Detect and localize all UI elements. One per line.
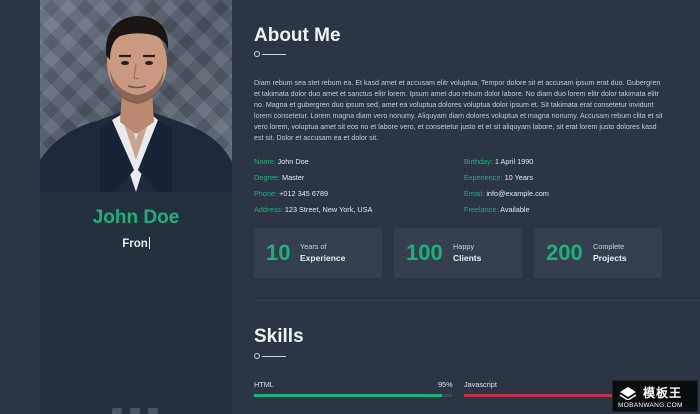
skill-js-fill: [464, 394, 633, 397]
watermark-logo-icon: [619, 387, 637, 400]
info-freelance: Freelance: Available: [464, 205, 530, 214]
skill-html-bar: [254, 394, 452, 397]
stat-label-bottom: Projects: [593, 253, 627, 263]
watermark-badge: 模板王 MOBANWANG.COM: [612, 380, 698, 412]
stat-number: 10: [266, 240, 291, 265]
info-degree: Degree: Master: [254, 173, 305, 182]
about-heading: About Me: [254, 25, 341, 46]
info-experience: Experience: 10 Years: [464, 173, 533, 182]
profile-role-text: Fron: [122, 238, 148, 250]
watermark-url: MOBANWANG.COM: [618, 402, 683, 409]
section-separator: [254, 300, 700, 301]
stat-label-bottom: Experience: [300, 253, 346, 263]
skills-heading: Skills: [254, 326, 304, 347]
typing-cursor: [148, 237, 150, 249]
skill-html-percent: 95%: [438, 380, 453, 389]
social-link-2[interactable]: [130, 408, 140, 414]
social-link-3[interactable]: [148, 408, 158, 414]
skills-divider: [254, 353, 286, 359]
info-name: Name: John Doe: [254, 157, 309, 166]
about-divider: [254, 51, 286, 57]
social-links: [40, 404, 232, 414]
skill-html-label: HTML: [254, 380, 274, 389]
stat-experience: 10 Years of Experience: [254, 228, 382, 278]
profile-photo: [40, 0, 232, 192]
social-link-1[interactable]: [112, 408, 122, 414]
stat-label-top: Years of: [300, 242, 327, 251]
stat-number: 200: [546, 240, 583, 265]
stat-projects: 200 Complete Projects: [534, 228, 662, 278]
info-birthday: Birthday: 1 April 1990: [464, 157, 534, 166]
info-email: Email: info@example.com: [464, 189, 549, 198]
profile-name: John Doe: [92, 207, 180, 228]
skill-html-fill: [254, 394, 443, 397]
stat-clients: 100 Happy Clients: [394, 228, 522, 278]
profile-sidebar: John Doe Fron: [40, 0, 232, 414]
info-phone: Phone: +012 345 6789: [254, 189, 329, 198]
about-paragraph: Diam rebum sea stet rebum ea. Et kasd am…: [254, 79, 663, 142]
skill-js-label: Javascript: [464, 380, 497, 389]
watermark-title: 模板王: [643, 386, 683, 400]
stat-label-top: Complete: [593, 242, 625, 251]
stat-number: 100: [406, 240, 443, 265]
profile-role-typed: Fron: [40, 237, 232, 250]
info-address: Address: 123 Street, New York, USA: [254, 205, 373, 214]
main-content: About Me Diam rebum sea stet rebum ea. E…: [254, 0, 700, 414]
stat-label-top: Happy: [453, 242, 475, 251]
profile-portrait-image: [40, 16, 232, 192]
stat-label-bottom: Clients: [453, 253, 482, 263]
